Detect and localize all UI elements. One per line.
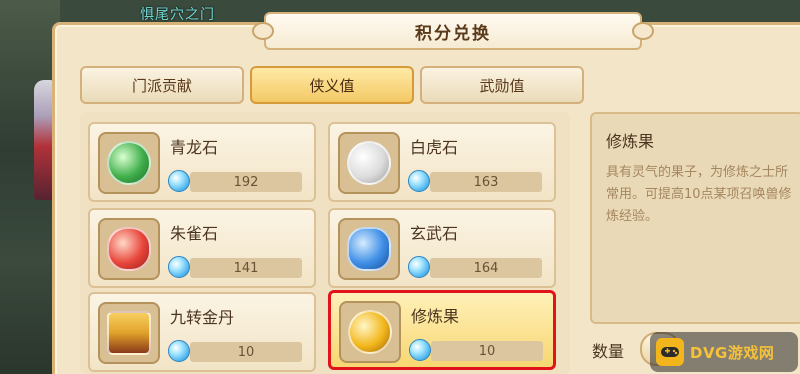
item-card-green-dragon-stone[interactable]: 青龙石 192 bbox=[88, 122, 316, 202]
item-card-white-tiger-stone[interactable]: 白虎石 163 bbox=[328, 122, 556, 202]
item-name: 朱雀石 bbox=[170, 224, 219, 243]
item-name: 修炼果 bbox=[411, 307, 460, 326]
item-name: 白虎石 bbox=[410, 138, 459, 157]
item-name: 九转金丹 bbox=[170, 308, 235, 327]
item-price: 10 bbox=[431, 341, 543, 361]
item-card-vermilion-bird-stone[interactable]: 朱雀石 141 bbox=[88, 208, 316, 288]
title-left-ornament-icon bbox=[252, 22, 274, 40]
detail-item-name: 修炼果 bbox=[606, 132, 655, 151]
item-price: 192 bbox=[190, 172, 302, 192]
vermilion-bird-stone-icon bbox=[98, 218, 160, 280]
item-grid: 青龙石 192 白虎石 163 朱雀石 141 玄武石 164 九转金丹 10 bbox=[80, 112, 570, 374]
item-price: 163 bbox=[430, 172, 542, 192]
tab-chivalry-points[interactable]: 侠义值 bbox=[250, 66, 414, 104]
site-watermark: DVG游戏网 bbox=[650, 332, 798, 372]
item-card-black-tortoise-stone[interactable]: 玄武石 164 bbox=[328, 208, 556, 288]
game-world-background bbox=[0, 0, 60, 374]
detail-item-description: 具有灵气的果子，为修炼之士所常用。可提高10点某项召唤兽修炼经验。 bbox=[606, 165, 792, 224]
chivalry-coin-icon bbox=[409, 339, 431, 361]
item-price: 10 bbox=[190, 342, 302, 362]
item-price: 164 bbox=[430, 258, 542, 278]
item-card-golden-pill[interactable]: 九转金丹 10 bbox=[88, 292, 316, 372]
item-name: 青龙石 bbox=[170, 138, 219, 157]
chivalry-coin-icon bbox=[408, 170, 430, 192]
title-right-ornament-icon bbox=[632, 22, 654, 40]
quantity-label: 数量 bbox=[592, 342, 625, 361]
world-map-label: 惧尾穴之门 bbox=[140, 7, 215, 23]
dialog-title-bar: 积分兑换 bbox=[252, 12, 654, 50]
gamepad-logo-icon bbox=[656, 338, 684, 366]
tab-merit-points[interactable]: 武勋值 bbox=[420, 66, 584, 104]
item-price: 141 bbox=[190, 258, 302, 278]
watermark-text: DVG游戏网 bbox=[690, 343, 775, 362]
green-dragon-stone-icon bbox=[98, 132, 160, 194]
currency-tabs: 门派贡献 侠义值 武勋值 bbox=[80, 66, 584, 104]
dialog-title: 积分兑换 bbox=[415, 23, 491, 44]
item-name: 玄武石 bbox=[410, 224, 459, 243]
cultivation-fruit-icon bbox=[339, 301, 401, 363]
chivalry-coin-icon bbox=[168, 170, 190, 192]
item-card-cultivation-fruit[interactable]: 修炼果 10 bbox=[328, 290, 556, 370]
tab-sect-contribution[interactable]: 门派贡献 bbox=[80, 66, 244, 104]
black-tortoise-stone-icon bbox=[338, 218, 400, 280]
item-detail-panel: 修炼果 具有灵气的果子，为修炼之士所常用。可提高10点某项召唤兽修炼经验。 bbox=[590, 112, 800, 324]
chivalry-coin-icon bbox=[408, 256, 430, 278]
white-tiger-stone-icon bbox=[338, 132, 400, 194]
chivalry-coin-icon bbox=[168, 340, 190, 362]
golden-pill-chest-icon bbox=[98, 302, 160, 364]
chivalry-coin-icon bbox=[168, 256, 190, 278]
